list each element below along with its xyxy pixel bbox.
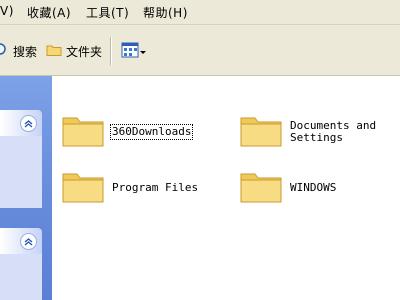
task-pane — [0, 76, 52, 300]
task-panel-header[interactable] — [0, 110, 42, 136]
folder-icon — [238, 110, 284, 153]
list-item[interactable]: 360Downloads — [60, 110, 194, 153]
chevron-down-icon — [140, 44, 146, 58]
file-list: 360Downloads Documents and Settings Prog… — [52, 76, 400, 300]
file-name: Program Files — [112, 180, 199, 194]
search-icon — [0, 42, 10, 61]
views-icon — [121, 42, 139, 61]
folders-button[interactable]: 文件夹 — [46, 41, 102, 61]
menu-tools[interactable]: 工具(T) — [86, 4, 129, 21]
toolbar: 搜索 文件夹 — [0, 25, 400, 76]
views-button[interactable] — [121, 41, 146, 61]
folder-icon — [238, 166, 284, 209]
folders-label: 文件夹 — [66, 44, 103, 59]
file-name: WINDOWS — [290, 180, 337, 194]
toolbar-separator-highlight — [111, 37, 112, 65]
menu-help[interactable]: 帮助(H) — [143, 4, 188, 21]
list-item[interactable]: Documents and Settings — [238, 110, 376, 153]
chevron-up-icon[interactable] — [20, 233, 37, 250]
menu-favorites[interactable]: 收藏(A) — [27, 4, 71, 21]
folder-icon — [60, 166, 106, 209]
list-item[interactable]: Program Files — [60, 166, 198, 209]
folder-icon — [46, 42, 62, 61]
menu-bar: V) 收藏(A) 工具(T) 帮助(H) — [0, 0, 400, 25]
chevron-up-icon[interactable] — [20, 115, 37, 132]
file-name: Documents and Settings — [290, 118, 377, 144]
search-label: 搜索 — [13, 44, 38, 59]
task-panel-2 — [0, 228, 42, 300]
menu-view[interactable]: V) — [0, 4, 14, 18]
folder-icon — [60, 110, 106, 153]
task-panel-body — [0, 254, 42, 300]
task-panel-header[interactable] — [0, 228, 42, 254]
search-button[interactable]: 搜索 — [0, 41, 37, 61]
task-panel-body — [0, 136, 42, 208]
task-panel-1 — [0, 110, 42, 208]
file-name: 360Downloads — [109, 123, 194, 140]
list-item[interactable]: WINDOWS — [238, 166, 336, 209]
